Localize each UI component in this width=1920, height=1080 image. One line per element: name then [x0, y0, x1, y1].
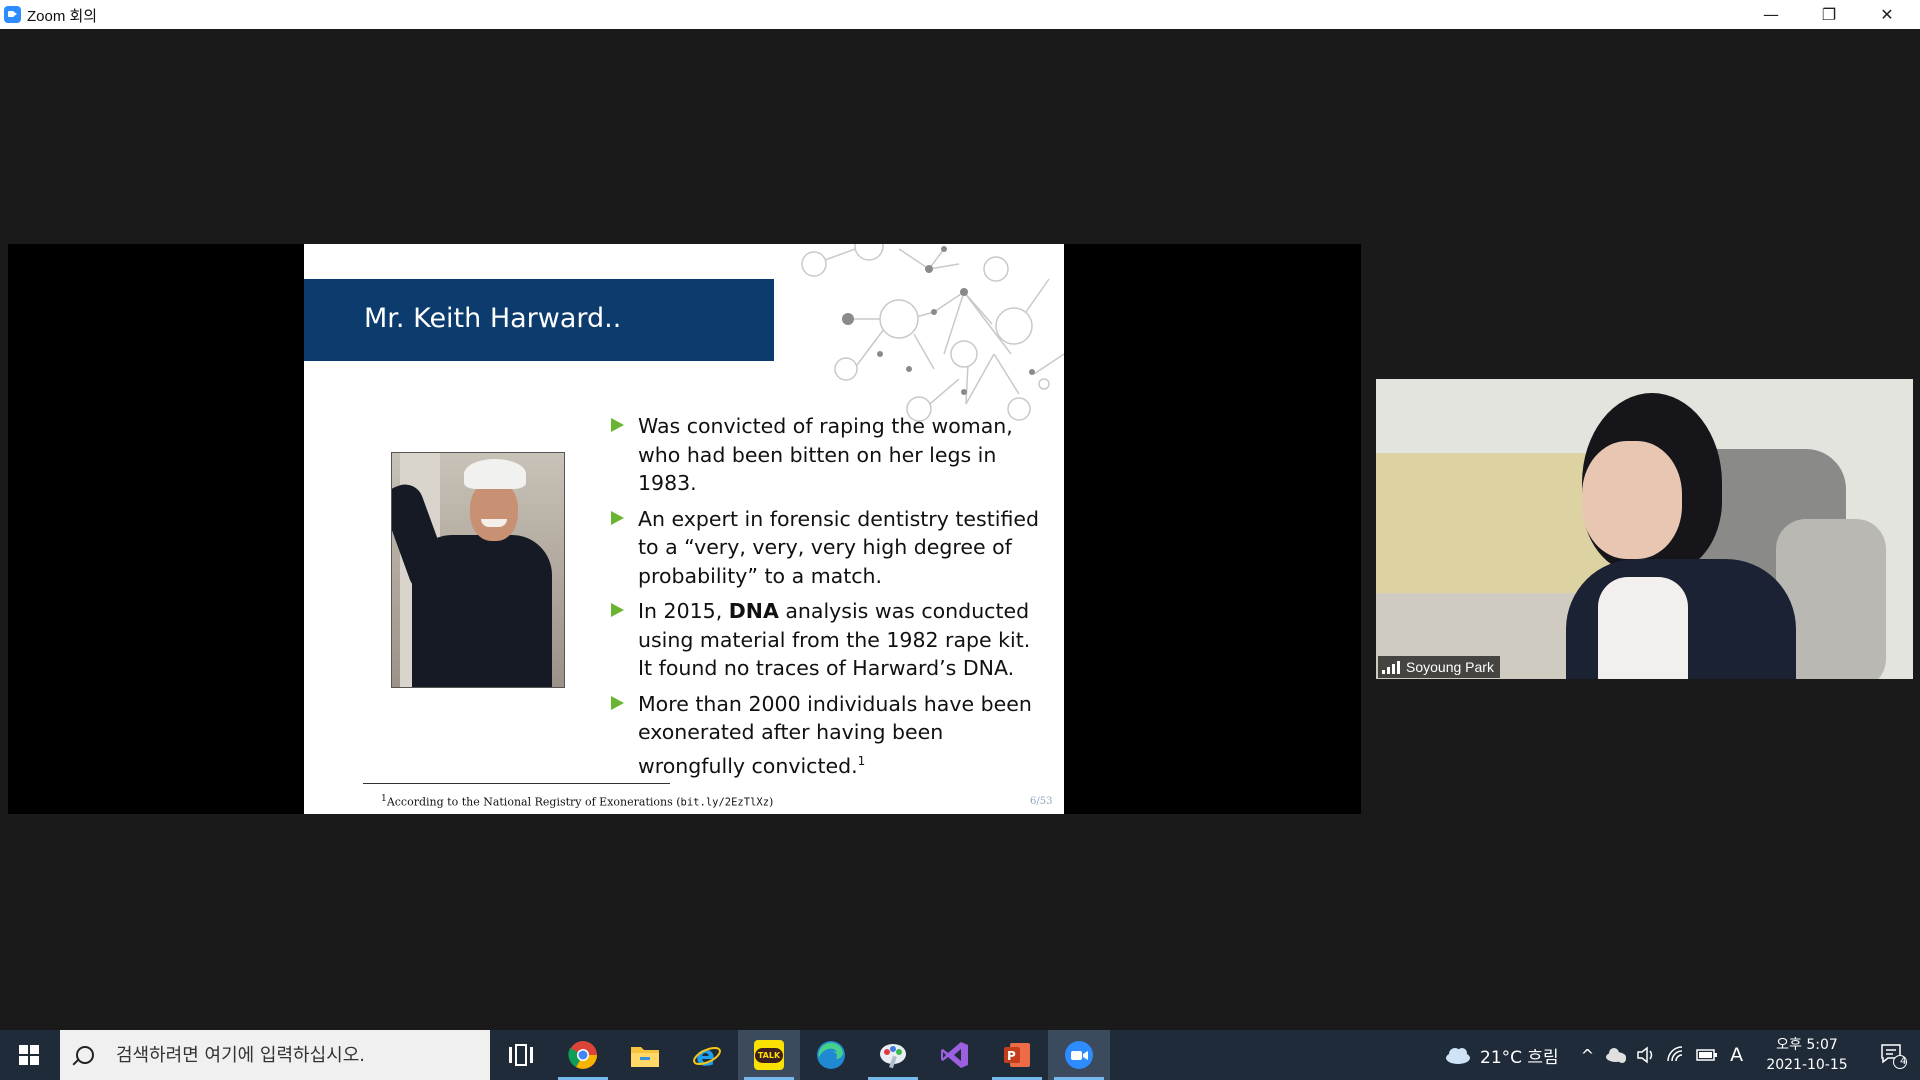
bullet-text: More than 2000 individuals have been exo…	[638, 691, 1032, 778]
windows-taskbar: e TALK P 21°C 흐림 ^ A 오후 5:07 2021-10-15 …	[0, 1030, 1920, 1080]
participant-name: Soyoung Park	[1406, 659, 1494, 675]
battery-icon[interactable]	[1696, 1048, 1718, 1062]
bullet-text: An expert in forensic dentistry testifie…	[638, 506, 1039, 588]
minimize-button[interactable]: —	[1742, 0, 1800, 29]
bullet-triangle-icon	[611, 418, 624, 432]
bullet-triangle-icon	[611, 603, 624, 617]
participant-video-tile[interactable]	[1376, 379, 1913, 679]
svg-text:P: P	[1007, 1049, 1016, 1063]
chrome-icon	[568, 1041, 597, 1069]
bullet-text: Was convicted of raping the woman, who h…	[638, 414, 1013, 495]
footnote-marker: 1	[857, 753, 866, 768]
file-explorer-button[interactable]	[614, 1030, 676, 1080]
file-explorer-icon	[631, 1047, 659, 1067]
bullet-item: More than 2000 individuals have been exo…	[609, 690, 1049, 780]
chrome-button[interactable]	[552, 1030, 614, 1080]
powerpoint-button[interactable]: P	[986, 1030, 1048, 1080]
notification-count-badge: 4	[1900, 1056, 1907, 1067]
edge-button[interactable]	[800, 1030, 862, 1080]
slide-title: Mr. Keith Harward..	[364, 303, 622, 334]
zoom-icon	[1065, 1041, 1093, 1069]
bullet-bold-text: DNA	[728, 599, 779, 623]
footnote-divider	[363, 783, 670, 784]
kakaotalk-icon: TALK	[754, 1040, 784, 1070]
window-title-bar[interactable]: Zoom 회의 — ❐ ✕	[0, 0, 1920, 29]
visual-studio-button[interactable]	[924, 1030, 986, 1080]
slide-bullet-list: Was convicted of raping the woman, who h…	[609, 412, 1049, 787]
ime-indicator[interactable]: A	[1730, 1044, 1743, 1066]
paint-icon	[880, 1044, 906, 1069]
search-icon	[76, 1046, 94, 1064]
participant-name-tag: Soyoung Park	[1378, 656, 1500, 678]
presentation-slide: Mr. Keith Harward.. Was convicted of rap…	[304, 244, 1064, 814]
start-button[interactable]	[0, 1030, 58, 1080]
visual-studio-icon	[941, 1042, 968, 1068]
zoom-app-icon	[4, 6, 21, 23]
window-title: Zoom 회의	[27, 8, 98, 25]
speaker-icon[interactable]	[1636, 1045, 1656, 1065]
task-view-icon	[509, 1044, 533, 1066]
internet-explorer-icon: e	[693, 1040, 721, 1070]
edge-icon	[817, 1041, 845, 1069]
system-tray: 21°C 흐림 ^ A	[1444, 1030, 1743, 1080]
kakaotalk-button[interactable]: TALK	[738, 1030, 800, 1080]
cloudy-weather-icon[interactable]	[1444, 1045, 1472, 1065]
internet-explorer-button[interactable]: e	[676, 1030, 738, 1080]
bullet-item: An expert in forensic dentistry testifie…	[609, 505, 1049, 591]
zoom-button[interactable]	[1048, 1030, 1110, 1080]
bullet-triangle-icon	[611, 695, 624, 710]
clock-time: 오후 5:07	[1776, 1037, 1838, 1053]
taskbar-search-box[interactable]	[60, 1030, 490, 1080]
weather-text[interactable]: 21°C 흐림	[1480, 1043, 1559, 1068]
clock-date: 2021-10-15	[1766, 1057, 1848, 1073]
chevron-up-icon[interactable]: ^	[1581, 1046, 1594, 1065]
slide-page-number: 6/53	[1030, 796, 1053, 807]
paint-button[interactable]	[862, 1030, 924, 1080]
bullet-item: Was convicted of raping the woman, who h…	[609, 412, 1049, 498]
restore-button[interactable]: ❐	[1800, 0, 1858, 29]
onedrive-cloud-icon[interactable]	[1604, 1045, 1628, 1065]
bullet-text: In 2015,	[638, 599, 729, 623]
powerpoint-icon: P	[1004, 1043, 1030, 1067]
slide-title-banner: Mr. Keith Harward..	[304, 279, 774, 361]
network-decoration-graphic	[801, 244, 1064, 422]
notification-center-button[interactable]: 4	[1866, 1030, 1920, 1080]
network-icon[interactable]	[1666, 1045, 1686, 1065]
bullet-triangle-icon	[611, 510, 624, 525]
search-input[interactable]	[114, 1043, 488, 1067]
bullet-item: In 2015, DNA analysis was conducted usin…	[609, 597, 1049, 683]
slide-footnote: 1According to the National Registry of E…	[381, 793, 774, 809]
taskbar-clock[interactable]: 오후 5:07 2021-10-15	[1752, 1035, 1862, 1075]
keith-harward-photo	[391, 452, 565, 688]
signal-strength-icon	[1382, 660, 1400, 674]
close-button[interactable]: ✕	[1858, 0, 1916, 29]
windows-logo-icon	[19, 1045, 39, 1065]
task-view-button[interactable]	[490, 1030, 552, 1080]
footnote-link: bit.ly/2EzTlXz	[680, 796, 770, 809]
